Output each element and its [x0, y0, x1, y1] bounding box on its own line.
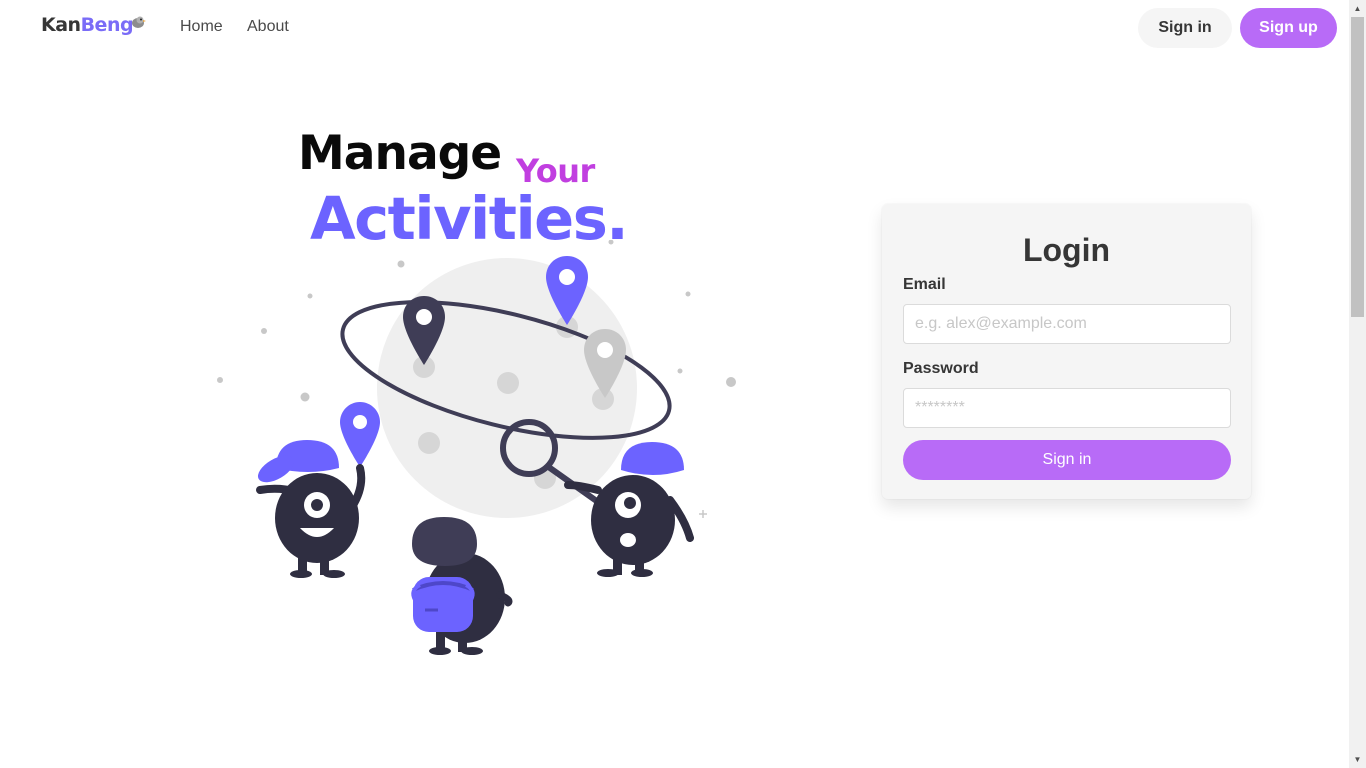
login-card: Login Email Password Sign in [882, 204, 1251, 499]
bird-logo-icon [132, 16, 147, 28]
hero-title-manage: Manage [298, 126, 502, 181]
nav-link-about[interactable]: About [247, 18, 289, 36]
scrollbar-thumb[interactable] [1351, 17, 1364, 317]
nav-link-home[interactable]: Home [180, 18, 223, 36]
email-label: Email [903, 276, 946, 293]
navbar: Kan Beng Home About Sign in Sign up [0, 0, 1349, 57]
password-label: Password [903, 360, 979, 377]
password-field[interactable] [903, 388, 1231, 428]
character-middle [411, 517, 513, 655]
hero-illustration [217, 240, 736, 655]
scroll-down-arrow-icon[interactable]: ▼ [1349, 751, 1366, 768]
brand-logo[interactable]: Kan Beng [41, 14, 147, 36]
character-left [256, 440, 366, 578]
email-field[interactable] [903, 304, 1231, 344]
location-pin-icon [340, 402, 380, 467]
brand-name-part2: Beng [80, 14, 134, 36]
scroll-up-arrow-icon[interactable]: ▲ [1349, 0, 1366, 17]
nav-sign-in-button[interactable]: Sign in [1138, 8, 1232, 48]
login-sign-in-button[interactable]: Sign in [903, 440, 1231, 480]
nav-sign-up-button[interactable]: Sign up [1240, 8, 1337, 48]
scrollbar[interactable]: ▲ ▼ [1349, 0, 1366, 768]
brand-name-part1: Kan [41, 14, 81, 36]
login-title: Login [1022, 232, 1111, 268]
